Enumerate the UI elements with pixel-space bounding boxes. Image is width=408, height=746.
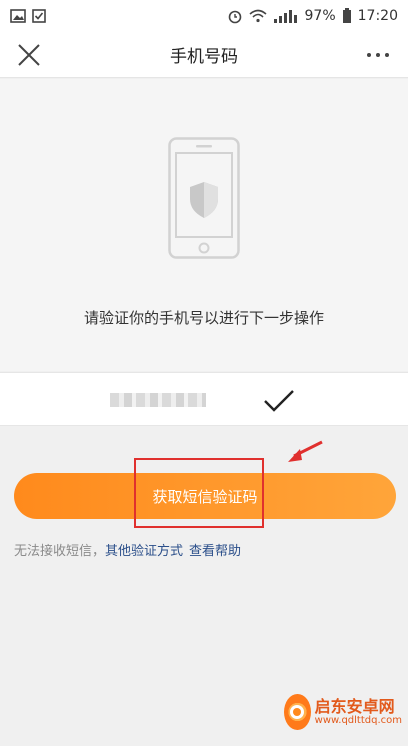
status-bar: 97% 17:20 <box>0 0 408 32</box>
battery-percent: 97% <box>304 8 336 24</box>
status-left <box>10 9 46 23</box>
more-dot-icon <box>367 53 371 57</box>
get-sms-code-button[interactable]: 获取短信验证码 <box>14 473 396 519</box>
verification-hero: 请验证你的手机号以进行下一步操作 <box>0 79 408 371</box>
app-header: 手机号码 <box>0 32 408 78</box>
close-icon <box>18 44 40 66</box>
clock-time: 17:20 <box>357 8 398 24</box>
verification-instruction: 请验证你的手机号以进行下一步操作 <box>83 309 324 327</box>
task-check-icon <box>32 9 46 23</box>
watermark-text: 启东安卓网 www.qdlttdq.com <box>315 698 402 727</box>
more-dot-icon <box>385 53 389 57</box>
no-sms-text: 无法接收短信， <box>14 544 106 559</box>
site-watermark: 启东安卓网 www.qdlttdq.com <box>284 684 402 740</box>
wifi-icon <box>248 9 267 23</box>
other-verification-link[interactable]: 其他验证方式 <box>105 540 183 559</box>
close-button[interactable] <box>14 40 44 70</box>
watermark-logo-icon <box>284 694 311 730</box>
watermark-url: www.qdlttdq.com <box>314 715 402 727</box>
watermark-mark-icon <box>290 705 305 719</box>
alarm-icon <box>228 10 241 24</box>
battery-icon <box>342 8 351 23</box>
checkmark-icon <box>264 390 294 412</box>
view-help-link[interactable]: 查看帮助 <box>189 540 241 559</box>
page-title: 手机号码 <box>170 47 238 67</box>
watermark-site-name: 启东安卓网 <box>314 696 395 716</box>
gallery-icon <box>10 9 26 23</box>
signal-icon <box>273 10 297 23</box>
status-right: 97% 17:20 <box>227 8 398 24</box>
phone-number-row <box>0 372 408 426</box>
masked-phone-number <box>110 393 206 407</box>
help-links: 无法接收短信， 其他验证方式 查看帮助 <box>14 540 241 559</box>
phone-shield-illustration <box>168 137 240 259</box>
more-options-button[interactable] <box>360 40 396 70</box>
more-dot-icon <box>376 53 380 57</box>
annotation-arrow-icon <box>288 440 323 462</box>
